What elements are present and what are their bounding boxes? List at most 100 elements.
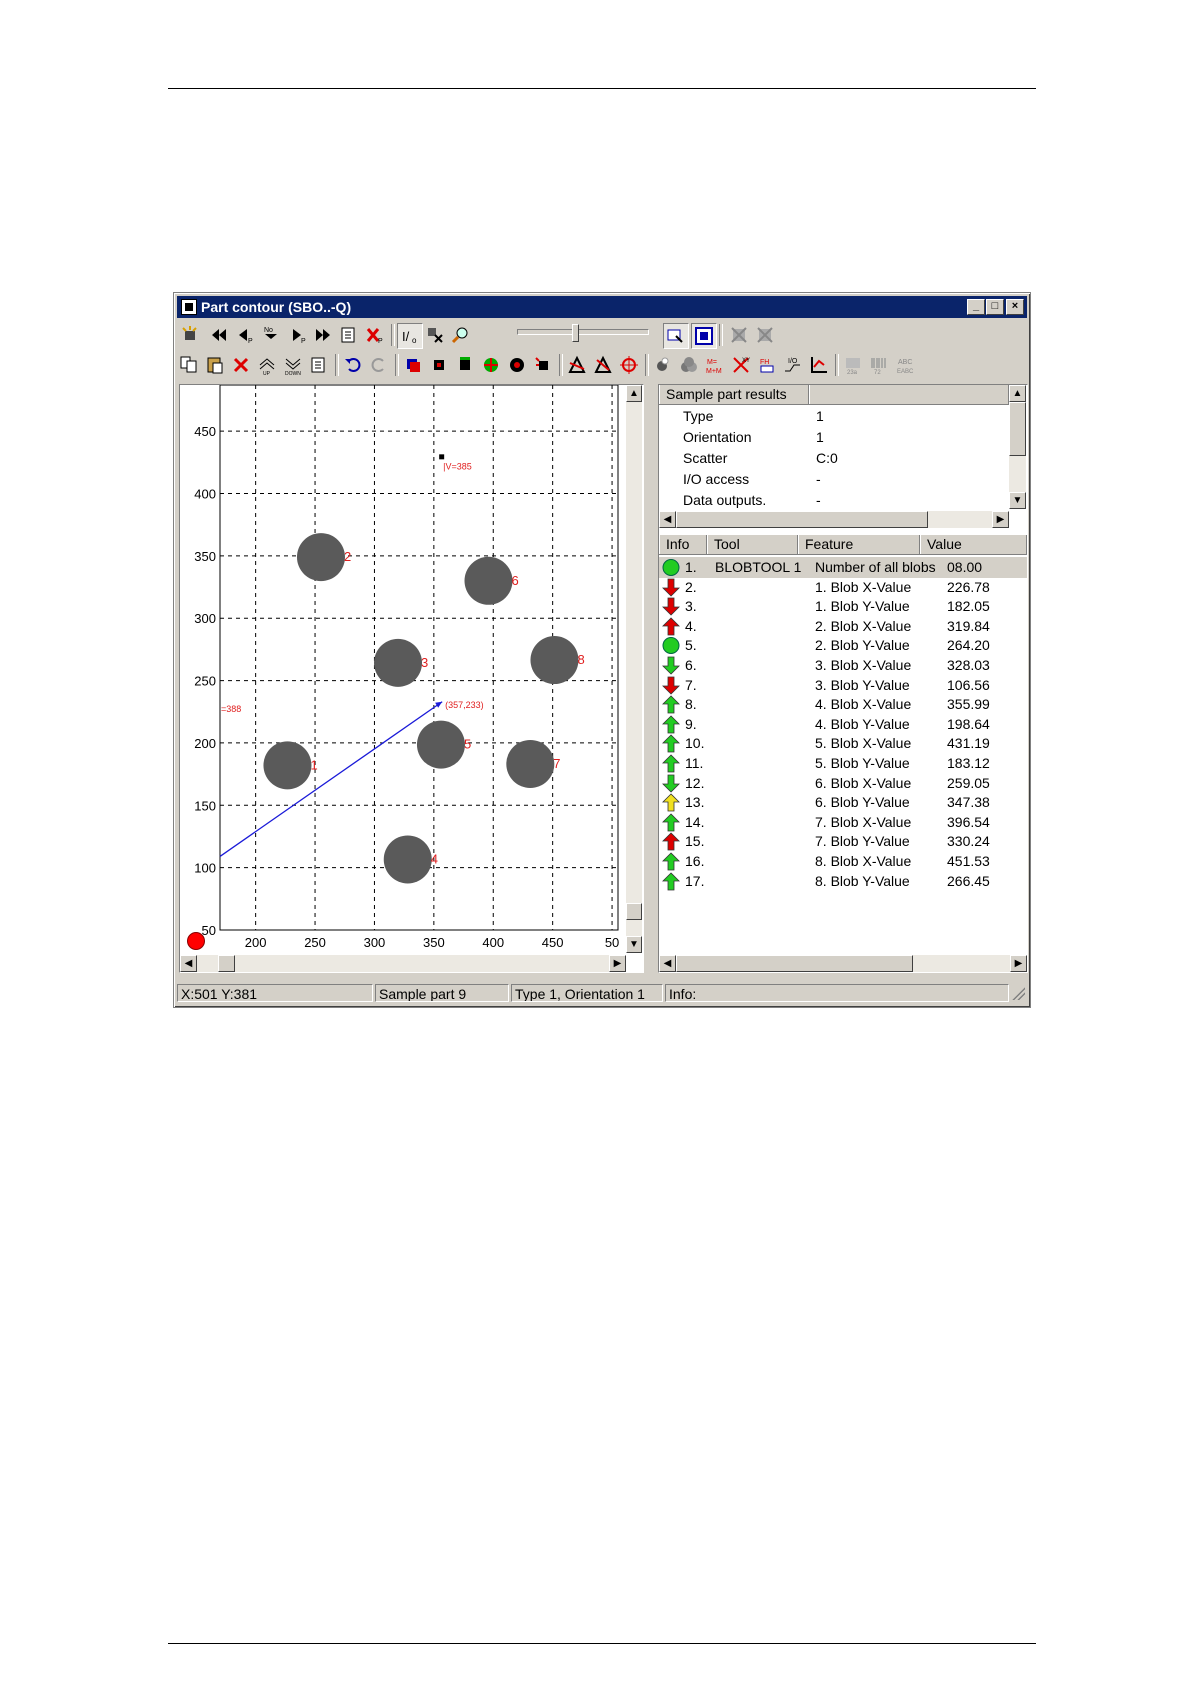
title-bar[interactable]: Part contour (SBO..-Q) _ □ × — [177, 296, 1027, 318]
target-tool-icon[interactable] — [479, 353, 503, 377]
zoom-icon[interactable] — [449, 323, 473, 347]
results-row[interactable]: 4. 2. Blob X-Value 319.84 — [659, 616, 1027, 637]
results-row[interactable]: 5. 2. Blob Y-Value 264.20 — [659, 635, 1027, 656]
resize-grip-icon[interactable] — [1011, 986, 1025, 1000]
row-number: 4. — [685, 617, 697, 634]
undo-icon[interactable] — [341, 353, 365, 377]
row-value: 183.12 — [947, 755, 990, 771]
plot-scroll-right-button[interactable]: ▶ — [609, 955, 626, 972]
results-row[interactable]: 15. 7. Blob Y-Value 330.24 — [659, 831, 1027, 852]
results-scroll-thumb[interactable] — [676, 955, 913, 972]
rotation-tool-icon[interactable] — [591, 353, 615, 377]
summary-row[interactable]: Scatter C:0 — [659, 448, 1009, 469]
plot-horizontal-scrollbar[interactable] — [180, 955, 626, 972]
plot-scroll-thumb-horizontal[interactable] — [218, 955, 235, 972]
results-row[interactable]: 6. 3. Blob X-Value 328.03 — [659, 655, 1027, 676]
svg-text:FH: FH — [760, 359, 769, 366]
results-row[interactable]: 7. 3. Blob Y-Value 106.56 — [659, 675, 1027, 696]
tool-properties-icon[interactable] — [307, 353, 331, 377]
evaluate-icon[interactable] — [423, 323, 447, 347]
blob-tool-icon[interactable] — [505, 353, 529, 377]
brightness-tool-icon[interactable] — [651, 353, 675, 377]
green-circle-icon — [662, 636, 680, 655]
part-contour-plot[interactable]: 200 250 300 350 400 450 5045040035030025020015… — [180, 385, 643, 972]
results-row[interactable]: 14. 7. Blob X-Value 396.54 — [659, 812, 1027, 833]
calculation-tool-icon[interactable]: M= M+M — [703, 353, 727, 377]
area-tool-icon[interactable] — [427, 353, 451, 377]
column-header-feature[interactable]: Feature — [798, 535, 920, 554]
plot-scroll-up-button[interactable]: ▲ — [626, 385, 642, 402]
fieldbus-tool-icon[interactable]: FH — [755, 353, 779, 377]
column-header-info[interactable]: Info — [659, 535, 707, 554]
column-header-tool[interactable]: Tool — [707, 535, 798, 554]
position-tool-icon[interactable] — [531, 353, 555, 377]
next-part-icon[interactable]: P — [285, 323, 309, 347]
results-row[interactable]: 2. 1. Blob X-Value 226.78 — [659, 577, 1027, 598]
part-contour-plot-pane[interactable]: 200 250 300 350 400 450 50 450 400 350 300 250 200 15… — [179, 384, 644, 973]
summary-scroll-down-button[interactable]: ▼ — [1009, 492, 1026, 509]
fit-window-icon[interactable] — [691, 323, 717, 349]
angle-tool-icon[interactable] — [565, 353, 589, 377]
summary-key: Type — [683, 408, 714, 424]
copy-icon[interactable] — [177, 353, 201, 377]
new-part-icon[interactable] — [179, 323, 203, 347]
summary-row[interactable]: Data outputs. - — [659, 490, 1009, 511]
close-button[interactable]: × — [1006, 299, 1024, 315]
green-up-icon — [662, 695, 680, 714]
summary-scroll-up-button[interactable]: ▲ — [1009, 385, 1026, 402]
row-number: 12. — [685, 774, 705, 791]
row-number: 6. — [685, 657, 697, 673]
status-type-orientation: Type 1, Orientation 1 — [511, 984, 663, 1002]
xy-tool-icon[interactable]: XY — [729, 353, 753, 377]
results-row[interactable]: 16. 8. Blob X-Value 451.53 — [659, 851, 1027, 872]
plot-scroll-thumb-vertical[interactable] — [626, 903, 642, 920]
results-row[interactable]: 13. 6. Blob Y-Value 347.38 — [659, 792, 1027, 813]
results-row[interactable]: 10. 5. Blob X-Value 431.19 — [659, 733, 1027, 754]
blob-3 — [374, 638, 423, 687]
chart-tool-icon[interactable] — [807, 353, 831, 377]
plot-scroll-down-button[interactable]: ▼ — [626, 936, 642, 953]
results-row[interactable]: 9. 4. Blob Y-Value 198.64 — [659, 714, 1027, 735]
summary-row[interactable]: Type 1 — [659, 406, 1009, 427]
summary-scroll-right-button[interactable]: ▶ — [992, 511, 1009, 528]
color-tool-icon[interactable] — [677, 353, 701, 377]
results-scroll-left-button[interactable]: ◀ — [659, 955, 676, 972]
plot-scroll-left-button[interactable]: ◀ — [180, 955, 197, 972]
first-part-icon[interactable] — [207, 323, 231, 347]
summary-row[interactable]: Orientation 1 — [659, 427, 1009, 448]
redo-icon — [367, 353, 391, 377]
previous-part-icon[interactable]: P — [233, 323, 257, 347]
delete-part-icon[interactable]: P — [363, 323, 387, 347]
minimize-button[interactable]: _ — [967, 299, 985, 315]
svg-text:P: P — [378, 338, 383, 345]
io-tool-icon[interactable]: I/O — [781, 353, 805, 377]
move-down-icon[interactable]: DOWN — [281, 353, 305, 377]
summary-scroll-thumb[interactable] — [1009, 402, 1026, 456]
results-row[interactable]: 11. 5. Blob Y-Value 183.12 — [659, 753, 1027, 774]
move-up-icon[interactable]: UP — [255, 353, 279, 377]
select-region-icon[interactable] — [663, 323, 689, 349]
results-row[interactable]: 12. 6. Blob X-Value 259.05 — [659, 773, 1027, 794]
zoom-slider-track[interactable] — [517, 329, 649, 335]
summary-row[interactable]: I/O access - — [659, 469, 1009, 490]
last-part-icon[interactable] — [311, 323, 335, 347]
results-scroll-right-button[interactable]: ▶ — [1010, 955, 1027, 972]
delete-icon[interactable] — [229, 353, 253, 377]
contour-tool-icon[interactable] — [401, 353, 425, 377]
results-row[interactable]: 17. 8. Blob Y-Value 266.45 — [659, 871, 1027, 892]
results-row[interactable]: 8. 4. Blob X-Value 355.99 — [659, 694, 1027, 715]
paste-icon[interactable] — [203, 353, 227, 377]
goto-part-icon[interactable]: No — [259, 323, 283, 347]
part-properties-icon[interactable] — [337, 323, 361, 347]
io-mode-icon[interactable]: I/o — [397, 323, 423, 349]
column-header-value[interactable]: Value — [920, 535, 1027, 554]
results-row[interactable]: 1. BLOBTOOL 1 Number of all blobs 08.00 — [659, 557, 1027, 578]
plot-vertical-scrollbar[interactable] — [626, 385, 642, 952]
zoom-slider-thumb[interactable] — [572, 324, 579, 342]
results-row[interactable]: 3. 1. Blob Y-Value 182.05 — [659, 596, 1027, 617]
maximize-button[interactable]: □ — [986, 299, 1004, 315]
summary-scroll-left-button[interactable]: ◀ — [659, 511, 676, 528]
summary-scroll-thumb-horizontal[interactable] — [676, 511, 928, 528]
circle-tool-icon[interactable] — [617, 353, 641, 377]
pattern-tool-icon[interactable] — [453, 353, 477, 377]
